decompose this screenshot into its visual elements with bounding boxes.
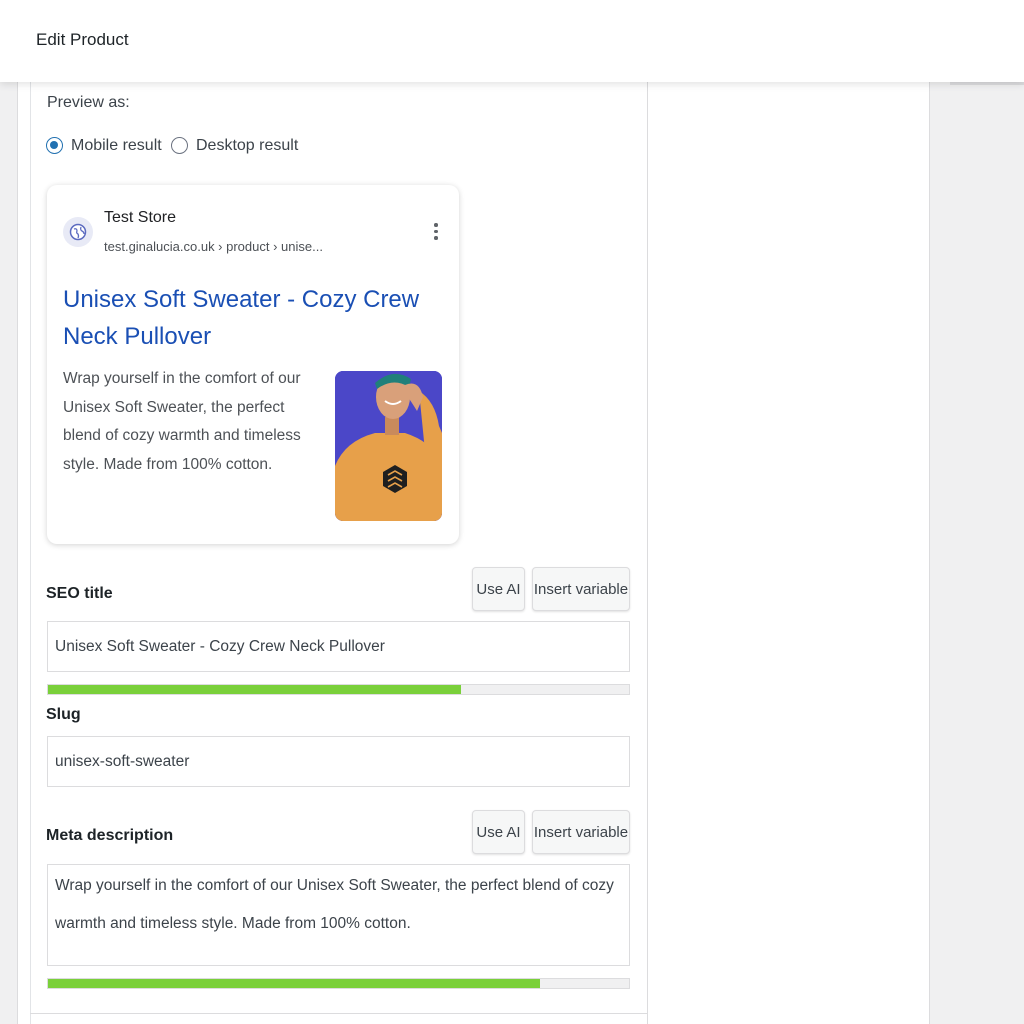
meta-description-use-ai-button[interactable]: Use AI [472,810,525,854]
meta-description-textarea[interactable]: Wrap yourself in the comfort of our Unis… [47,864,630,966]
serp-breadcrumb: test.ginalucia.co.uk › product › unise..… [104,239,323,254]
header-edge [950,82,1024,85]
right-gutter [929,82,1024,1024]
seo-title-use-ai-button[interactable]: Use AI [472,567,525,611]
seo-title-label: SEO title [46,585,113,602]
mobile-result-radio[interactable] [46,137,63,154]
globe-icon [63,217,93,247]
top-bar: Edit Product [0,0,1024,82]
desktop-result-radio[interactable] [171,137,188,154]
more-vertical-icon[interactable] [433,223,439,243]
mobile-result-label[interactable]: Mobile result [71,137,162,155]
serp-preview-card: Test Store test.ginalucia.co.uk › produc… [47,185,459,544]
slug-label: Slug [46,706,81,723]
divider [30,1013,648,1014]
meta-description-insert-variable-button[interactable]: Insert variable [532,810,630,854]
preview-as-label: Preview as: [47,94,130,111]
seo-title-length-bar [47,684,630,695]
left-gutter [0,82,17,1024]
serp-store-name: Test Store [104,209,177,226]
meta-description-length-bar [47,978,630,989]
page-title: Edit Product [36,30,129,49]
meta-description-length-fill [48,979,541,988]
product-thumbnail [335,371,442,521]
slug-value: unisex-soft-sweater [55,752,190,770]
meta-description-value: Wrap yourself in the comfort of our Unis… [55,877,614,932]
meta-description-label: Meta description [46,827,174,844]
seo-title-input[interactable]: Unisex Soft Sweater - Cozy Crew Neck Pul… [47,621,630,672]
serp-title[interactable]: Unisex Soft Sweater - Cozy Crew Neck Pul… [63,281,443,355]
slug-input[interactable]: unisex-soft-sweater [47,736,630,787]
serp-description: Wrap yourself in the comfort of our Unis… [63,370,301,473]
seo-title-length-fill [48,685,461,694]
desktop-result-label[interactable]: Desktop result [196,137,298,155]
side-panel [648,82,929,1024]
seo-title-insert-variable-button[interactable]: Insert variable [532,567,630,611]
seo-title-value: Unisex Soft Sweater - Cozy Crew Neck Pul… [55,637,385,655]
